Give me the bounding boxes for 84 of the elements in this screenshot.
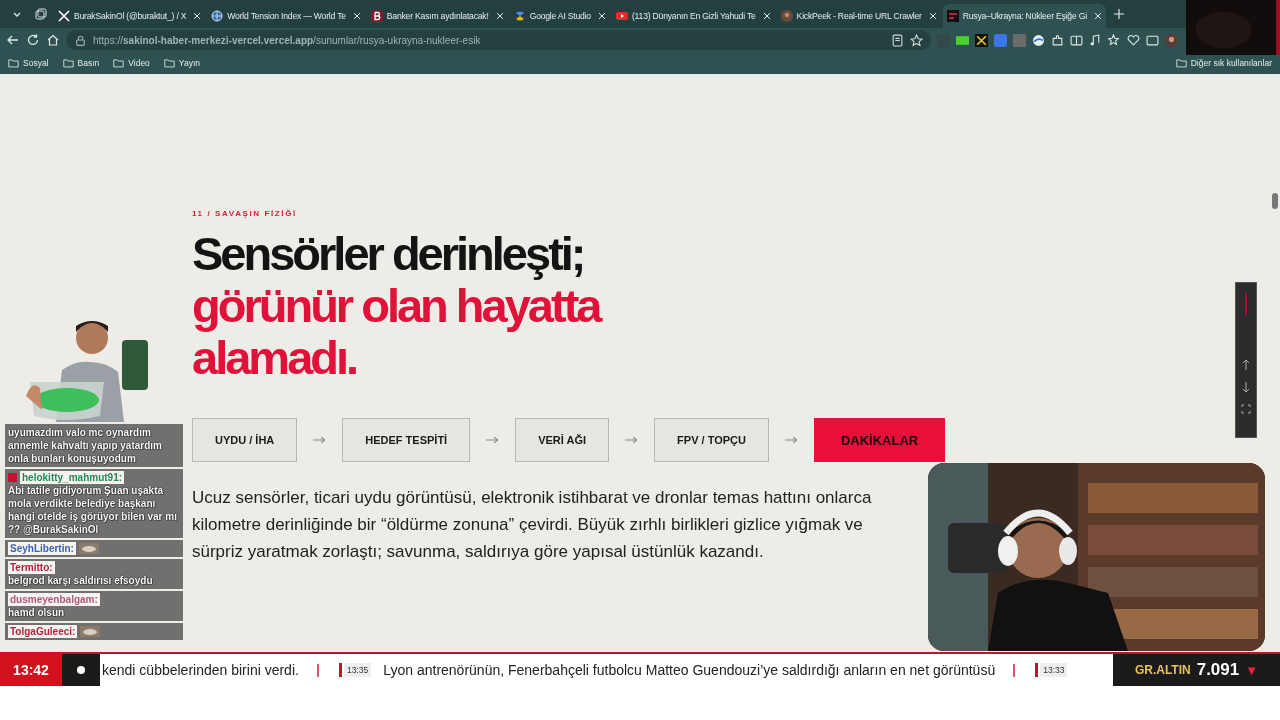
profile-avatar-icon[interactable] (1165, 33, 1178, 47)
screenshot-icon[interactable] (1146, 33, 1159, 47)
flow-step: FPV / TOPÇU (654, 418, 769, 462)
puzzle-icon[interactable] (1051, 33, 1064, 47)
flow-step: UYDU / İHA (192, 418, 298, 462)
headline-line: görünür olan hayatta (192, 280, 600, 332)
headline-line: Sensörler derinleşti; (192, 228, 584, 280)
news-time: 13:33 (1040, 663, 1068, 677)
close-icon[interactable] (762, 12, 771, 20)
address-bar[interactable]: https://sakinol-haber-merkezi-vercel.vercel.app/sunumlar/rusya-ukrayna-nukleer-esik (66, 30, 931, 50)
live-dot-icon (77, 666, 85, 674)
split-screen-icon[interactable] (1070, 33, 1083, 47)
x-logo-icon (58, 10, 70, 22)
flow-step: VERİ AĞI (515, 418, 610, 462)
reader-mode-icon[interactable] (891, 33, 904, 47)
flow-step: HEDEF TESPİTİ (342, 418, 471, 462)
folder-icon (163, 58, 175, 68)
site-icon (946, 10, 959, 22)
arrow-right-icon (313, 436, 327, 444)
folder-icon (113, 58, 125, 68)
play-icon (615, 10, 628, 22)
arrow-right-icon (784, 436, 798, 444)
headline-line: alamadı. (192, 332, 357, 384)
bookmark-folder[interactable]: Video (113, 58, 150, 68)
folder-icon (1175, 58, 1187, 68)
chat-username: TolgaGuleeci: (8, 625, 78, 638)
market-value: 7.091 (1196, 660, 1240, 680)
body-paragraph: Ucuz sensörler, ticari uydu görüntüsü, elektronik istihbarat ve dronlar temas hattını onlarca kilometre derinliğinde bir “öldürme zonuna” çevirdi. Büyük zırhlı birlikleri gizlice yığmak ve sürpriz yaratmak zorlaştı; savunma, saldırıya göre yapısal üstünlük kazandı. (192, 487, 873, 563)
bookmark-folder[interactable]: Sosyal (8, 58, 49, 68)
news-headline[interactable]: kendi cübbelerinden birini verdi. (102, 662, 299, 678)
browser-tab[interactable]: BurakSakinOl (@buraktut_) / X (54, 4, 206, 28)
fullscreen-icon[interactable] (1241, 403, 1251, 415)
chat-message: uyumazdım valo mc oynardım annemle kahvaltı yapıp yatardım onla bunları konuşuyodum (8, 426, 163, 465)
bookmark-folder[interactable]: Basın (62, 58, 100, 68)
arrow-up-icon[interactable] (1241, 359, 1251, 371)
news-headline[interactable]: Lyon antrenörünün, Fenerbahçeli futbolcu Matteo Guendouzi’ye saldırdığı anların en net görüntüsü (383, 662, 996, 678)
clock: 13:42 (0, 654, 62, 686)
section-label: 11 / SAVAŞIN FİZİĞİ (192, 209, 297, 218)
favorite-star-icon[interactable] (910, 33, 923, 47)
chat-username: SeyhLibertin: (8, 542, 76, 555)
trend-indicator: ▼ (1245, 662, 1259, 678)
browser-tab[interactable]: World Tension Index — World Te (207, 4, 365, 28)
close-icon[interactable] (597, 12, 606, 20)
folder-icon (62, 58, 74, 68)
arrow-right-icon (625, 436, 639, 444)
chat-username: helokitty_mahmut91: (20, 471, 125, 484)
heart-icon[interactable] (1127, 33, 1140, 47)
letter-b-icon (370, 10, 383, 22)
browser-tab[interactable]: KickPeek - Real-time URL Crawler (776, 4, 941, 28)
progress-marker (1245, 293, 1247, 315)
badge-icon (8, 473, 17, 482)
chat-message-text: Abi tatile gidiyorum Şuan uşakta mola verdikte belediye başkanı hangi otelde iş görüyor bilen var mı ?? @BurakSakinOl (8, 484, 178, 536)
close-icon[interactable] (928, 12, 937, 20)
chat-username: Termitto: (8, 561, 55, 574)
news-time: 13:35 (343, 663, 372, 677)
bookmark-folder[interactable]: Yayın (163, 58, 200, 68)
browser-tab[interactable]: (113) Dünyanın En Gizli Yahudi Te (611, 4, 775, 28)
browser-tab[interactable]: Banker Kasım aydınlatacak! (366, 4, 508, 28)
arrow-down-icon[interactable] (1241, 381, 1251, 393)
close-icon[interactable] (495, 12, 504, 20)
browser-tab[interactable]: Rusya–Ukrayna: Nükleer Eşiğe Gi (942, 4, 1106, 28)
music-note-icon[interactable] (1089, 33, 1102, 47)
emote-icon (78, 543, 99, 554)
close-icon[interactable] (1093, 12, 1102, 20)
back-icon[interactable] (6, 33, 20, 47)
chat-username: dusmeyenbalgam: (8, 593, 100, 606)
flow-step: DAKİKALAR (813, 418, 946, 462)
chat-message-text: belgrod karşı saldırısı efsoydu (8, 574, 153, 587)
browser-tab[interactable]: Google AI Studio (509, 4, 610, 28)
globe-icon (211, 10, 224, 22)
home-icon[interactable] (46, 33, 60, 47)
folder-icon (8, 58, 19, 68)
other-favorites-folder[interactable]: Diğer sık kullanılanlar (1175, 58, 1272, 68)
favorites-icon[interactable] (1108, 33, 1121, 47)
close-icon[interactable] (193, 12, 202, 20)
market-label: GR.ALTIN (1134, 663, 1191, 677)
close-icon[interactable] (352, 12, 361, 20)
avatar-icon (780, 10, 793, 22)
emote-icon (80, 626, 101, 637)
scrollbar-thumb[interactable] (1272, 193, 1278, 209)
lock-icon (74, 33, 87, 47)
arrow-right-icon (486, 436, 500, 444)
chat-message-text: hamd olsun (8, 606, 65, 619)
reload-icon[interactable] (26, 33, 40, 47)
